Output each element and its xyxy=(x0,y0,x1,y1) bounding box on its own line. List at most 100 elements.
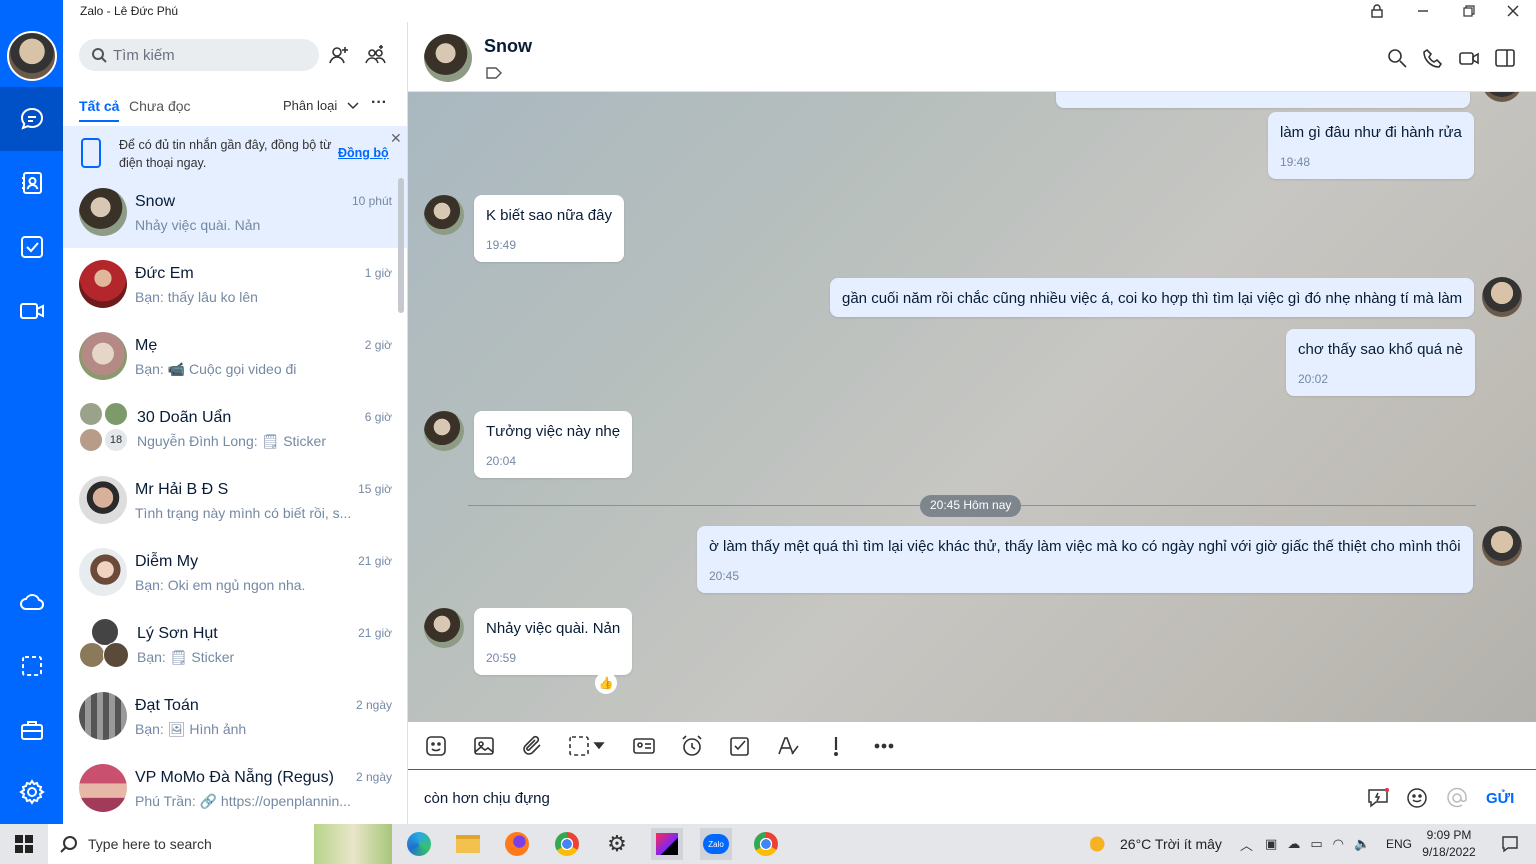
firefox-taskbar-button[interactable] xyxy=(501,828,533,860)
attach-button[interactable] xyxy=(520,734,544,758)
message-bubble[interactable]: làm gì đâu như đi hành rửa 19:48 xyxy=(1268,112,1474,179)
settings-nav-button[interactable] xyxy=(0,760,63,824)
conversation-item[interactable]: VP MoMo Đà Nẵng (Regus) Phú Trần: 🔗 http… xyxy=(63,752,407,824)
screenshot-nav-button[interactable] xyxy=(0,634,63,698)
add-friend-button[interactable] xyxy=(328,44,350,66)
close-icon[interactable]: ✕ xyxy=(390,130,402,147)
system-tray-icons[interactable]: ︿ ▣ ☁ ▭ ◠ 🔈 xyxy=(1240,824,1370,864)
todo-nav-button[interactable] xyxy=(0,215,63,279)
phone-icon xyxy=(1423,48,1443,68)
phone-sync-icon xyxy=(81,138,101,168)
avatar xyxy=(79,332,127,380)
message-input[interactable]: còn hơn chịu đựng xyxy=(424,790,550,807)
quick-message-icon[interactable] xyxy=(1366,787,1390,809)
send-button[interactable]: GỬI xyxy=(1486,790,1514,807)
clock[interactable]: 9:09 PM 9/18/2022 xyxy=(1420,827,1478,861)
conversation-info-button[interactable] xyxy=(1494,47,1516,69)
message-bubble[interactable]: K biết sao nữa đây 19:49 xyxy=(474,195,624,262)
chrome-taskbar-button[interactable] xyxy=(551,828,583,860)
conversation-sidebar: Tìm kiếm Tất cả Chưa đọc Phân loại ··· Đ… xyxy=(63,22,408,824)
conversation-item[interactable]: Lý Sơn Hụt Bạn: 🗒 Sticker 21 giờ xyxy=(63,608,407,680)
conversation-item[interactable]: Diễm My Bạn: Oki em ngủ ngon nha. 21 giờ xyxy=(63,536,407,608)
settings-taskbar-button[interactable]: ⚙ xyxy=(601,828,633,860)
avatar xyxy=(424,608,464,648)
weather-widget[interactable]: 26°C Trời ít mây xyxy=(1090,824,1222,864)
emoji-icon[interactable] xyxy=(1406,787,1428,809)
chrome-taskbar-button-2[interactable] xyxy=(750,828,782,860)
format-text-button[interactable] xyxy=(776,734,800,758)
chevron-down-icon xyxy=(347,102,359,110)
file-explorer-taskbar-button[interactable] xyxy=(452,828,484,860)
contacts-nav-button[interactable] xyxy=(0,151,63,215)
title-bar: Zalo - Lê Đức Phú xyxy=(0,0,1536,22)
conversation-item[interactable]: Đạt Toán Bạn: 🖼 Hình ảnh 2 ngày xyxy=(63,680,407,752)
sidebar-scrollbar[interactable] xyxy=(398,178,404,313)
exclamation-icon xyxy=(834,737,839,756)
avatar xyxy=(79,260,127,308)
image-button[interactable] xyxy=(472,734,496,758)
zalo-taskbar-button[interactable]: Zalo xyxy=(700,828,732,860)
intellij-taskbar-button[interactable] xyxy=(651,828,683,860)
video-nav-button[interactable] xyxy=(0,279,63,343)
conversation-item[interactable]: Mr Hải B Đ S Tình trạng này mình có biết… xyxy=(63,464,407,536)
taskbar-search[interactable]: Type here to search xyxy=(48,824,392,864)
folder-icon xyxy=(456,835,480,853)
contact-card-button[interactable] xyxy=(632,734,656,758)
contact-avatar[interactable] xyxy=(424,34,472,82)
avatar xyxy=(1482,92,1522,102)
start-button[interactable] xyxy=(8,828,40,860)
sync-link[interactable]: Đồng bộ xyxy=(338,146,389,160)
classify-dropdown[interactable]: Phân loại xyxy=(283,98,359,113)
conversation-name: Mẹ xyxy=(135,337,158,354)
sticker-button[interactable] xyxy=(424,734,448,758)
messages-nav-button[interactable] xyxy=(0,87,63,151)
cloud-nav-button[interactable] xyxy=(0,570,63,634)
message-text: Tưởng việc này nhẹ xyxy=(486,423,621,440)
create-group-button[interactable] xyxy=(364,44,386,66)
like-icon[interactable]: 👍 xyxy=(595,672,617,694)
edge-taskbar-button[interactable] xyxy=(403,828,435,860)
message-bubble[interactable]: Nhảy việc quài. Nản 20:59 xyxy=(474,608,633,675)
close-button[interactable] xyxy=(1490,0,1536,22)
conversation-time: 1 giờ xyxy=(364,266,392,280)
window-title: Zalo - Lê Đức Phú xyxy=(80,4,179,18)
notification-icon xyxy=(1502,836,1518,853)
conversation-item[interactable]: Mẹ Bạn: 📹 Cuộc gọi video đi 2 giờ xyxy=(63,320,407,392)
tab-unread[interactable]: Chưa đọc xyxy=(129,98,191,114)
voice-call-button[interactable] xyxy=(1422,47,1444,69)
message-composer[interactable]: còn hơn chịu đựng GỬI xyxy=(408,771,1536,824)
conversation-item[interactable]: Đức Em Bạn: thấy lâu ko lên 1 giờ xyxy=(63,248,407,320)
user-avatar[interactable] xyxy=(7,31,57,81)
video-call-button[interactable] xyxy=(1458,47,1480,69)
chevron-up-icon[interactable]: ︿ xyxy=(1240,835,1253,854)
urgent-button[interactable] xyxy=(824,734,848,758)
message-bubble[interactable]: gần cuối năm rồi chắc cũng nhiều việc á,… xyxy=(830,278,1475,317)
screenshot-button[interactable] xyxy=(568,734,608,758)
tools-nav-button[interactable] xyxy=(0,698,63,762)
message-text: Nhảy việc quài. Nản xyxy=(486,620,621,637)
sync-banner-text: Để có đủ tin nhắn gần đây, đồng bộ từ đi… xyxy=(119,138,332,170)
cloud-icon xyxy=(19,594,44,610)
notifications-button[interactable] xyxy=(1494,828,1526,860)
lock-icon[interactable] xyxy=(1354,0,1400,22)
avatar xyxy=(1482,526,1522,566)
more-options-icon[interactable]: ··· xyxy=(371,94,387,112)
tag-icon[interactable] xyxy=(486,66,502,80)
minimize-button[interactable] xyxy=(1400,0,1446,22)
search-chat-button[interactable] xyxy=(1386,47,1408,69)
conversation-item[interactable]: Snow Nhảy việc quài. Nản 10 phút xyxy=(63,176,407,248)
message-bubble-partial xyxy=(1056,92,1470,108)
tab-all[interactable]: Tất cả xyxy=(79,98,120,122)
language-indicator[interactable]: ENG xyxy=(1386,824,1412,864)
reminder-button[interactable] xyxy=(680,734,704,758)
search-input[interactable]: Tìm kiếm xyxy=(79,39,319,71)
restore-button[interactable] xyxy=(1446,0,1492,22)
avatar xyxy=(79,548,127,596)
conversation-item[interactable]: 18 30 Doãn Uẩn Nguyễn Đình Long: 🗒 Stick… xyxy=(63,392,407,464)
task-button[interactable] xyxy=(728,734,752,758)
message-bubble[interactable]: Tưởng việc này nhẹ 20:04 xyxy=(474,411,633,478)
more-tools-button[interactable] xyxy=(872,734,896,758)
message-bubble[interactable]: ờ làm thấy mệt quá thì tìm lại việc khác… xyxy=(697,526,1473,593)
message-bubble[interactable]: chơ thấy sao khổ quá nè 20:02 xyxy=(1286,329,1475,396)
mention-icon[interactable] xyxy=(1446,787,1468,809)
